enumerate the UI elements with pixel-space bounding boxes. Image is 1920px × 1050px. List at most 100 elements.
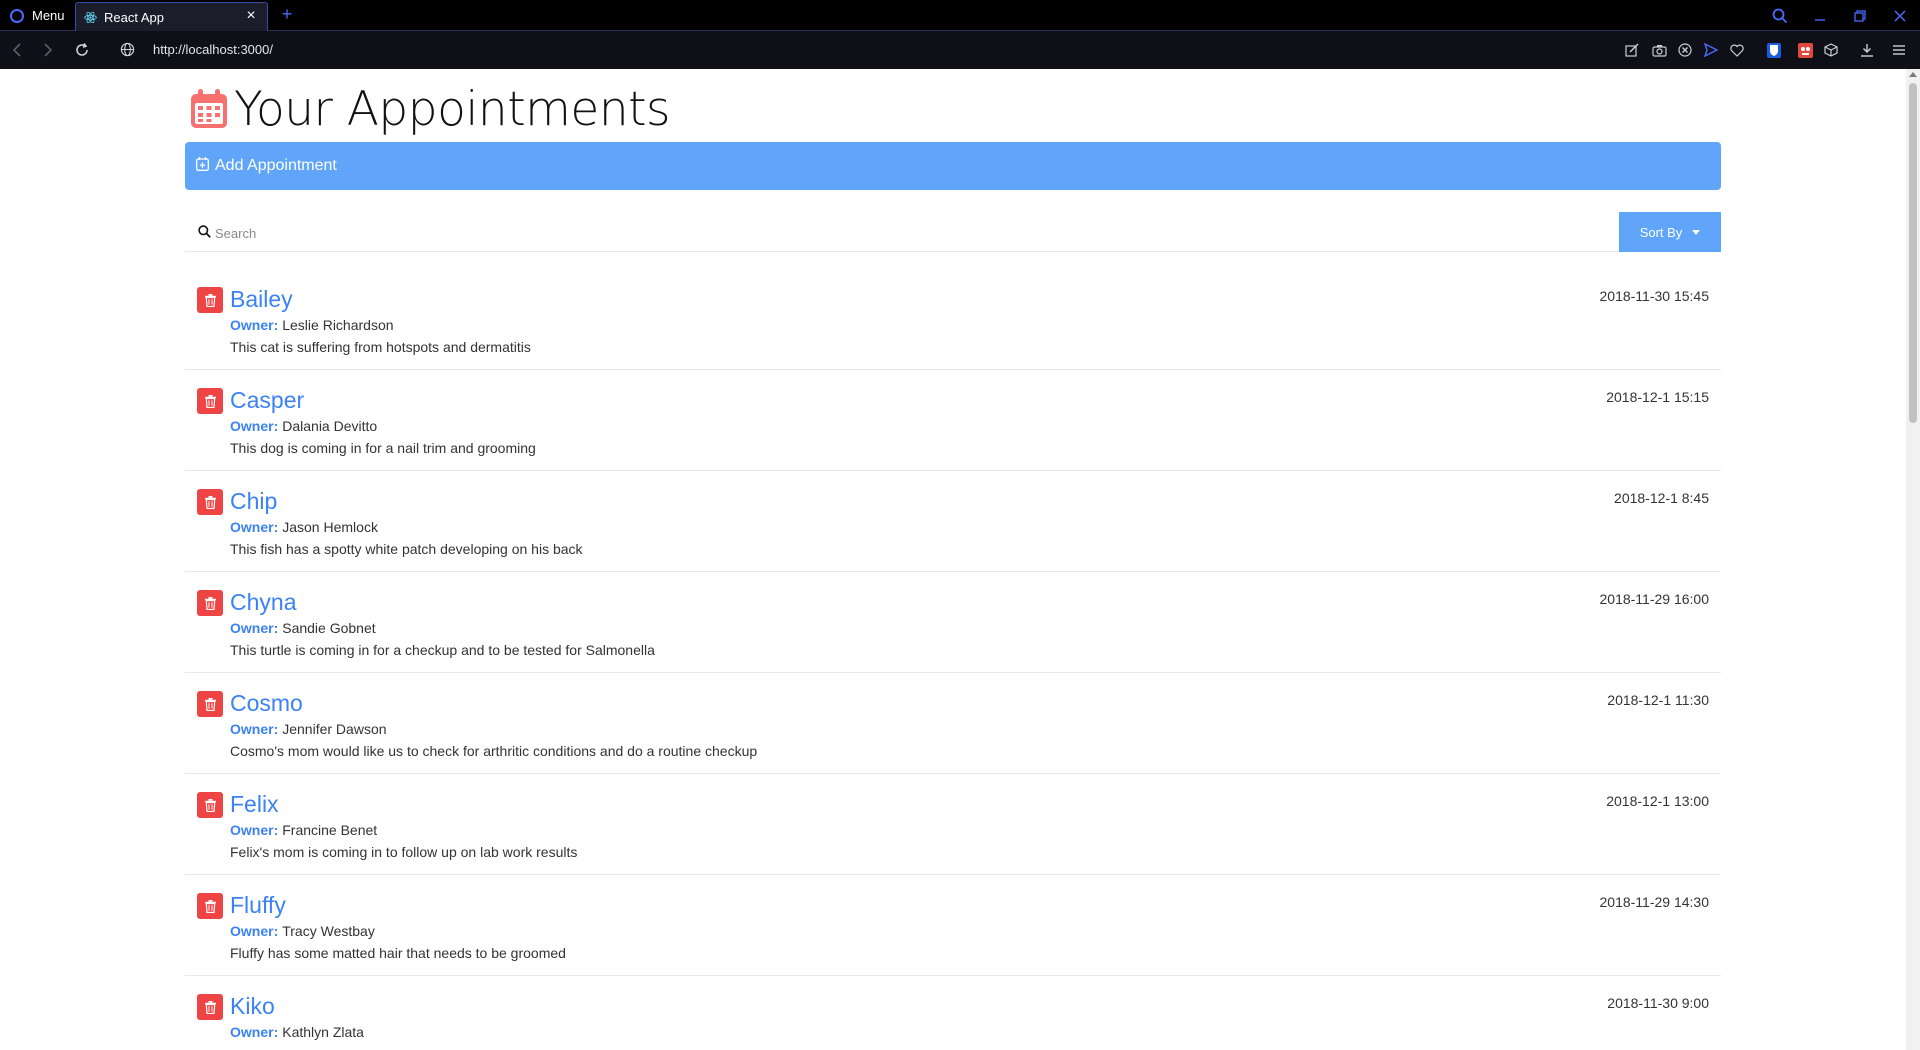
appointment-list: Bailey Owner: Leslie Richardson This cat …	[185, 269, 1721, 1050]
search-input[interactable]	[215, 222, 1015, 244]
edit-icon[interactable]	[1623, 41, 1641, 59]
browser-menu-button[interactable]: Menu	[0, 0, 73, 31]
owner-name[interactable]: Dalania Devitto	[282, 418, 377, 434]
cube-icon[interactable]	[1822, 41, 1840, 59]
owner-line: Owner: Leslie Richardson	[230, 317, 394, 333]
close-window-icon[interactable]	[1880, 0, 1920, 31]
appointment-date: 2018-11-29 14:30	[1599, 894, 1710, 910]
appointment-notes[interactable]: Cosmo's mom would like us to check for a…	[230, 743, 757, 759]
pet-name[interactable]: Fluffy	[230, 892, 286, 919]
send-icon[interactable]	[1702, 41, 1720, 59]
trash-icon	[204, 1000, 216, 1014]
pet-name[interactable]: Kiko	[230, 993, 275, 1020]
trash-icon	[204, 293, 216, 307]
delete-appointment-button[interactable]	[197, 691, 223, 717]
forward-icon[interactable]	[38, 40, 58, 60]
owner-line: Owner: Francine Benet	[230, 822, 377, 838]
calendar-icon	[191, 89, 227, 128]
owner-name[interactable]: Jennifer Dawson	[282, 721, 386, 737]
browser-tab-bar: Menu React App × +	[0, 0, 1920, 31]
browser-tab-title: React App	[104, 9, 164, 25]
url-field[interactable]: http://localhost:3000/	[153, 42, 273, 57]
browser-address-bar: http://localhost:3000/	[0, 31, 1920, 69]
owner-label: Owner:	[230, 317, 279, 333]
delete-appointment-button[interactable]	[197, 893, 223, 919]
appointment-notes[interactable]: This cat is suffering from hotspots and …	[230, 339, 531, 355]
owner-name[interactable]: Tracy Westbay	[282, 923, 375, 939]
camera-icon[interactable]	[1650, 41, 1668, 59]
react-icon	[84, 11, 97, 23]
trash-icon	[204, 899, 216, 913]
delete-appointment-button[interactable]	[197, 489, 223, 515]
browser-tab-active[interactable]: React App ×	[75, 2, 268, 31]
owner-name[interactable]: Francine Benet	[282, 822, 377, 838]
trash-icon	[204, 697, 216, 711]
appointment-notes[interactable]: Fluffy has some matted hair that needs t…	[230, 945, 566, 961]
appointment-date: 2018-12-1 15:15	[1606, 389, 1709, 405]
bitwarden-icon[interactable]	[1765, 41, 1783, 59]
new-tab-icon[interactable]: +	[278, 4, 296, 24]
appointment-date: 2018-11-30 9:00	[1607, 995, 1709, 1011]
appointment-item: Fluffy Owner: Tracy Westbay Fluffy has so…	[185, 875, 1721, 976]
appointment-item: Kiko Owner: Kathlyn Zlata 2018-11-30 9:00	[185, 976, 1721, 1050]
tab-close-icon[interactable]: ×	[243, 8, 259, 24]
owner-name[interactable]: Jason Hemlock	[282, 519, 378, 535]
appointment-item: Casper Owner: Dalania Devitto This dog is…	[185, 370, 1721, 471]
owner-label: Owner:	[230, 418, 279, 434]
owner-label: Owner:	[230, 822, 279, 838]
appointment-notes[interactable]: This fish has a spotty white patch devel…	[230, 541, 583, 557]
page-scrollbar[interactable]	[1906, 69, 1920, 1050]
minimize-icon[interactable]	[1800, 0, 1840, 31]
pet-name[interactable]: Casper	[230, 387, 304, 414]
appointment-date: 2018-11-30 15:45	[1599, 288, 1710, 304]
add-appointment-label: Add Appointment	[215, 157, 337, 174]
pet-name[interactable]: Chip	[230, 488, 277, 515]
pet-name[interactable]: Felix	[230, 791, 279, 818]
scroll-up-icon[interactable]	[1909, 72, 1917, 77]
back-icon[interactable]	[8, 40, 28, 60]
reload-icon[interactable]	[72, 40, 92, 60]
calendar-plus-icon	[196, 157, 209, 171]
owner-name[interactable]: Leslie Richardson	[282, 317, 393, 333]
appointment-item: Chip Owner: Jason Hemlock This fish has a…	[185, 471, 1721, 572]
page-title-text: Your Appointments	[234, 81, 671, 137]
owner-line: Owner: Tracy Westbay	[230, 923, 375, 939]
easy-setup-icon[interactable]	[1890, 41, 1908, 59]
sort-by-button[interactable]: Sort By	[1619, 212, 1721, 252]
owner-name[interactable]: Kathlyn Zlata	[282, 1024, 364, 1040]
delete-appointment-button[interactable]	[197, 287, 223, 313]
browser-search-icon[interactable]	[1760, 0, 1800, 31]
appointment-date: 2018-12-1 13:00	[1606, 793, 1709, 809]
page-title: Your Appointments	[190, 79, 671, 139]
appointment-notes[interactable]: This turtle is coming in for a checkup a…	[230, 642, 655, 658]
pet-name[interactable]: Cosmo	[230, 690, 303, 717]
appointment-date: 2018-12-1 11:30	[1607, 692, 1709, 708]
download-icon[interactable]	[1858, 41, 1876, 59]
extension-red-icon[interactable]	[1796, 41, 1814, 59]
pet-name[interactable]: Chyna	[230, 589, 296, 616]
owner-name[interactable]: Sandie Gobnet	[282, 620, 375, 636]
pet-name[interactable]: Bailey	[230, 286, 293, 313]
appointment-item: Chyna Owner: Sandie Gobnet This turtle is…	[185, 572, 1721, 673]
delete-appointment-button[interactable]	[197, 994, 223, 1020]
delete-appointment-button[interactable]	[197, 792, 223, 818]
scrollbar-thumb[interactable]	[1909, 83, 1917, 423]
delete-appointment-button[interactable]	[197, 590, 223, 616]
heart-icon[interactable]	[1728, 41, 1746, 59]
add-appointment-button[interactable]: Add Appointment	[185, 142, 1721, 190]
search-icon	[198, 225, 211, 238]
caret-down-icon	[1692, 229, 1701, 235]
owner-label: Owner:	[230, 923, 279, 939]
owner-label: Owner:	[230, 620, 279, 636]
delete-appointment-button[interactable]	[197, 388, 223, 414]
restore-icon[interactable]	[1840, 0, 1880, 31]
adblock-icon[interactable]	[1676, 41, 1694, 59]
appointment-notes[interactable]: Felix's mom is coming in to follow up on…	[230, 844, 577, 860]
appointment-notes[interactable]: This dog is coming in for a nail trim an…	[230, 440, 536, 456]
trash-icon	[204, 798, 216, 812]
opera-logo-icon	[10, 8, 24, 23]
owner-line: Owner: Kathlyn Zlata	[230, 1024, 364, 1040]
appointment-date: 2018-11-29 16:00	[1599, 591, 1710, 607]
globe-icon	[120, 42, 135, 57]
appointment-date: 2018-12-1 8:45	[1614, 490, 1709, 506]
